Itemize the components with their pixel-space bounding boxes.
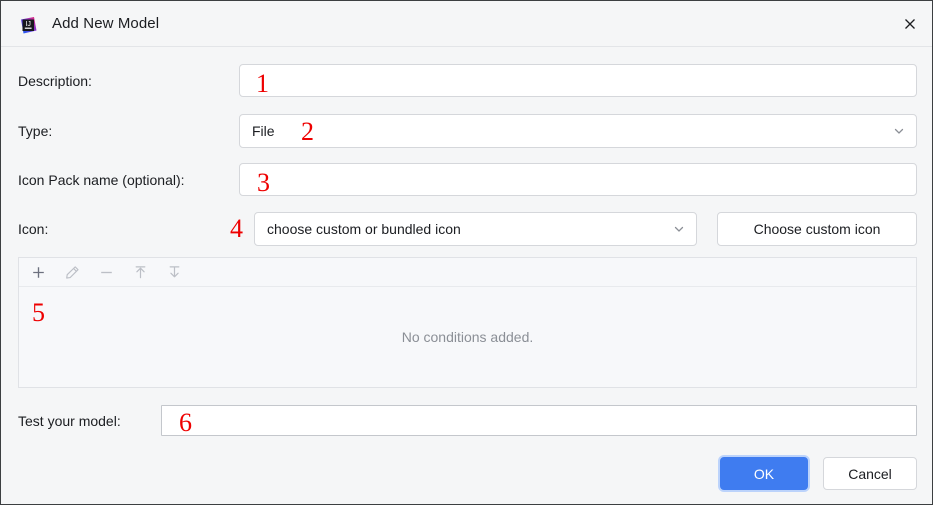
chevron-down-icon <box>672 222 686 236</box>
icon-pack-name-input[interactable] <box>239 163 917 196</box>
move-up-button[interactable] <box>124 258 156 286</box>
dialog-titlebar: IJ Add New Model <box>1 1 932 47</box>
close-icon[interactable] <box>892 7 928 41</box>
choose-custom-icon-button[interactable]: Choose custom icon <box>717 212 917 246</box>
dialog-title: Add New Model <box>52 15 160 32</box>
svg-text:IJ: IJ <box>25 21 30 28</box>
conditions-panel: No conditions added. <box>18 257 917 388</box>
type-dropdown[interactable]: File <box>239 114 917 148</box>
no-conditions-message: No conditions added. <box>401 329 534 345</box>
icon-label: Icon: <box>18 221 49 237</box>
add-new-model-dialog: IJ Add New Model Description: 1 Type: Fi… <box>0 0 933 505</box>
annotation-4: 4 <box>230 214 243 243</box>
edit-condition-button[interactable] <box>56 258 88 286</box>
description-label: Description: <box>18 73 92 89</box>
description-input[interactable] <box>239 64 917 97</box>
chevron-down-icon <box>892 124 906 138</box>
test-your-model-input[interactable] <box>161 405 917 436</box>
icon-pack-name-label: Icon Pack name (optional): <box>18 172 185 188</box>
remove-condition-button[interactable] <box>90 258 122 286</box>
intellij-idea-icon: IJ <box>18 15 39 36</box>
move-down-button[interactable] <box>158 258 190 286</box>
conditions-toolbar <box>19 258 916 287</box>
icon-dropdown[interactable]: choose custom or bundled icon <box>254 212 697 246</box>
ok-button[interactable]: OK <box>720 457 808 490</box>
cancel-button[interactable]: Cancel <box>823 457 917 490</box>
add-condition-button[interactable] <box>22 258 54 286</box>
type-label: Type: <box>18 123 53 139</box>
test-your-model-label: Test your model: <box>18 413 121 429</box>
